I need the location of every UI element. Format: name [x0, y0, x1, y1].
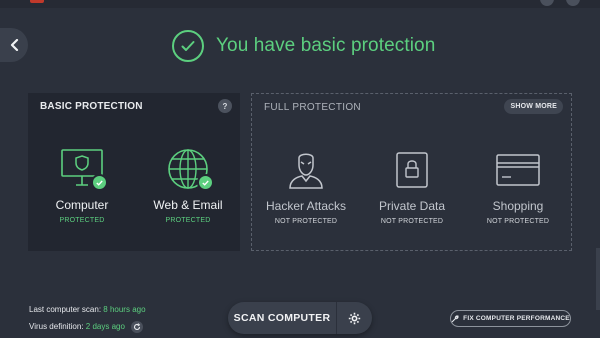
feature-name: Computer [55, 198, 109, 212]
feature-private-data[interactable]: Private Data NOT PROTECTED [362, 146, 462, 225]
feature-status: PROTECTED [59, 217, 105, 224]
feature-status: PROTECTED [165, 217, 211, 224]
app-logo [30, 0, 44, 3]
check-circle-icon [172, 30, 204, 62]
back-button[interactable] [0, 28, 28, 62]
credit-card-icon [488, 146, 548, 194]
refresh-icon [134, 323, 141, 331]
scan-button-group: SCAN COMPUTER [228, 302, 372, 334]
virus-definition-value: 2 days ago [85, 322, 125, 332]
show-more-button[interactable]: SHOW MORE [504, 99, 563, 114]
fix-performance-label: FIX COMPUTER PERFORMANCE [463, 315, 570, 322]
lock-icon [382, 146, 442, 194]
protection-status: You have basic protection [172, 30, 435, 62]
chevron-left-icon [10, 39, 19, 51]
hacker-icon [276, 146, 336, 194]
globe-icon [158, 145, 218, 193]
feature-web-email[interactable]: Web & Email PROTECTED [138, 145, 238, 224]
scan-settings-button[interactable] [337, 312, 372, 325]
basic-protection-title: BASIC PROTECTION [40, 101, 143, 112]
gear-icon [348, 312, 361, 324]
feature-status: NOT PROTECTED [486, 218, 550, 225]
basic-protection-panel: BASIC PROTECTION ? Computer PROTECTED We… [28, 93, 240, 251]
full-protection-panel: FULL PROTECTION SHOW MORE Hacker Attacks… [251, 93, 572, 251]
monitor-shield-icon [52, 145, 112, 193]
check-badge-icon [197, 174, 214, 191]
status-title: You have basic protection [216, 35, 436, 56]
full-protection-title: FULL PROTECTION [264, 102, 361, 113]
side-scroll-handle[interactable] [596, 248, 600, 310]
wrench-icon [451, 314, 459, 322]
feature-shopping[interactable]: Shopping NOT PROTECTED [468, 146, 568, 225]
feature-name: Shopping [492, 199, 544, 213]
check-badge-icon [91, 174, 108, 191]
help-window-button[interactable] [540, 0, 554, 6]
title-bar [0, 0, 600, 8]
feature-status: NOT PROTECTED [380, 218, 444, 225]
close-window-button[interactable] [566, 0, 580, 6]
last-scan-info: Last computer scan: 8 hours ago [29, 305, 146, 314]
virus-definition-label: Virus definition: [29, 322, 84, 332]
feature-hacker-attacks[interactable]: Hacker Attacks NOT PROTECTED [256, 146, 356, 225]
feature-status: NOT PROTECTED [274, 218, 338, 225]
help-button[interactable]: ? [218, 99, 232, 113]
feature-name: Web & Email [153, 198, 223, 212]
feature-name: Hacker Attacks [265, 199, 347, 213]
feature-computer[interactable]: Computer PROTECTED [32, 145, 132, 224]
last-scan-value: 8 hours ago [103, 305, 146, 314]
scan-computer-button[interactable]: SCAN COMPUTER [228, 312, 336, 324]
refresh-definitions-button[interactable] [131, 321, 144, 333]
feature-name: Private Data [378, 199, 446, 213]
last-scan-label: Last computer scan: [29, 305, 102, 314]
virus-definition-info: Virus definition: 2 days ago [29, 321, 144, 333]
fix-performance-button[interactable]: FIX COMPUTER PERFORMANCE [450, 310, 571, 327]
